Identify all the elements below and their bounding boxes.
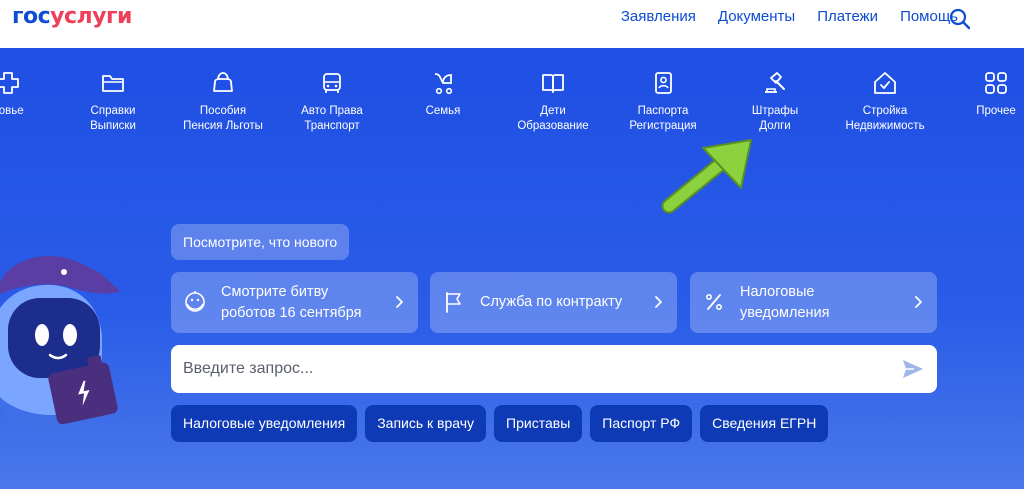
robot-face-icon bbox=[185, 291, 205, 312]
category-row: ровье Справки Выписки Пособия Пенсия Льг… bbox=[0, 70, 1024, 150]
percent-icon bbox=[706, 294, 723, 311]
category-label: Пособия bbox=[199, 105, 247, 117]
chevron-right-icon bbox=[655, 296, 662, 308]
gavel-icon bbox=[765, 72, 785, 93]
card-line: уведомления bbox=[740, 305, 830, 321]
chevron-right-icon bbox=[396, 296, 403, 308]
whats-new-button[interactable]: Посмотрите, что нового bbox=[171, 224, 350, 260]
top-nav: Заявления Документы Платежи Помощь bbox=[621, 8, 958, 25]
category-label: Образование bbox=[517, 120, 589, 132]
header: госуслуги Заявления Документы Платежи По… bbox=[0, 0, 1024, 48]
stroller-icon bbox=[434, 73, 453, 95]
category-health[interactable]: ровье bbox=[0, 70, 63, 119]
nav-applications[interactable]: Заявления bbox=[621, 8, 696, 25]
category-label: Прочее bbox=[976, 105, 1016, 117]
category-other[interactable]: Прочее bbox=[941, 70, 1024, 119]
category-label: Справки bbox=[90, 105, 136, 117]
card-line: Смотрите битву bbox=[221, 284, 329, 300]
quick-links: Налоговые уведомления Запись к врачу При… bbox=[171, 405, 829, 442]
car-icon bbox=[323, 73, 341, 93]
logo-part-uslugi: услуги bbox=[50, 4, 132, 29]
category-label: ровье bbox=[0, 105, 24, 117]
card-line: роботов 16 сентября bbox=[221, 305, 362, 321]
gosuslugi-logo[interactable]: госуслуги bbox=[12, 4, 132, 29]
category-label: Авто Права bbox=[301, 105, 363, 117]
health-icon bbox=[0, 72, 19, 94]
send-icon[interactable] bbox=[901, 358, 925, 380]
house-icon bbox=[874, 72, 896, 94]
wallet-icon bbox=[213, 72, 233, 92]
category-label: Дети bbox=[540, 105, 566, 117]
category-fines[interactable]: Штрафы Долги bbox=[720, 70, 830, 134]
card-line: Налоговые bbox=[740, 284, 815, 300]
grid-icon bbox=[985, 72, 1007, 94]
passport-icon bbox=[655, 72, 672, 94]
category-children[interactable]: Дети Образование bbox=[498, 70, 608, 134]
category-label: Долги bbox=[759, 120, 791, 132]
chip-tax-notices[interactable]: Налоговые уведомления bbox=[171, 405, 358, 442]
chip-bailiffs[interactable]: Приставы bbox=[494, 405, 583, 442]
logo-part-gos: гос bbox=[12, 4, 51, 29]
card-robot-battle[interactable]: Смотрите битву роботов 16 сентября bbox=[171, 272, 418, 333]
category-label: Паспорта bbox=[637, 105, 689, 117]
chevron-right-icon bbox=[915, 296, 922, 308]
card-text: Смотрите битву роботов 16 сентября bbox=[221, 282, 391, 324]
category-label: Регистрация bbox=[629, 120, 697, 132]
category-construction[interactable]: Стройка Недвижимость bbox=[830, 70, 940, 134]
category-label: Недвижимость bbox=[845, 120, 925, 132]
nav-payments[interactable]: Платежи bbox=[817, 8, 878, 25]
search-icon[interactable] bbox=[948, 7, 972, 31]
category-label: Штрафы bbox=[751, 105, 799, 117]
category-label: Стройка bbox=[862, 105, 908, 117]
search-box[interactable] bbox=[171, 345, 937, 393]
chip-doctor-appointment[interactable]: Запись к врачу bbox=[365, 405, 487, 442]
category-benefits[interactable]: Пособия Пенсия Льготы bbox=[168, 70, 278, 134]
card-contract-service[interactable]: Служба по контракту bbox=[430, 272, 677, 333]
hero-section: ровье Справки Выписки Пособия Пенсия Льг… bbox=[0, 48, 1024, 489]
category-family[interactable]: Семья bbox=[388, 70, 498, 119]
category-passports[interactable]: Паспорта Регистрация bbox=[608, 70, 718, 134]
flag-icon bbox=[446, 292, 461, 313]
chip-passport[interactable]: Паспорт РФ bbox=[590, 405, 693, 442]
card-text: Налоговые уведомления bbox=[740, 282, 910, 324]
chip-egrn[interactable]: Сведения ЕГРН bbox=[700, 405, 829, 442]
category-certificates[interactable]: Справки Выписки bbox=[58, 70, 168, 134]
category-label: Семья bbox=[425, 105, 461, 117]
nav-documents[interactable]: Документы bbox=[718, 8, 795, 25]
category-label: Транспорт bbox=[304, 120, 360, 132]
category-auto[interactable]: Авто Права Транспорт bbox=[277, 70, 387, 134]
card-text: Служба по контракту bbox=[480, 294, 623, 310]
category-label: Выписки bbox=[90, 120, 136, 132]
robot-mascot bbox=[0, 255, 120, 433]
category-label: Пенсия Льготы bbox=[183, 120, 263, 132]
card-tax-notices[interactable]: Налоговые уведомления bbox=[690, 272, 937, 333]
green-arrow-annotation bbox=[661, 139, 752, 214]
search-input[interactable] bbox=[183, 345, 883, 393]
folder-icon bbox=[102, 75, 124, 92]
book-icon bbox=[542, 74, 564, 93]
